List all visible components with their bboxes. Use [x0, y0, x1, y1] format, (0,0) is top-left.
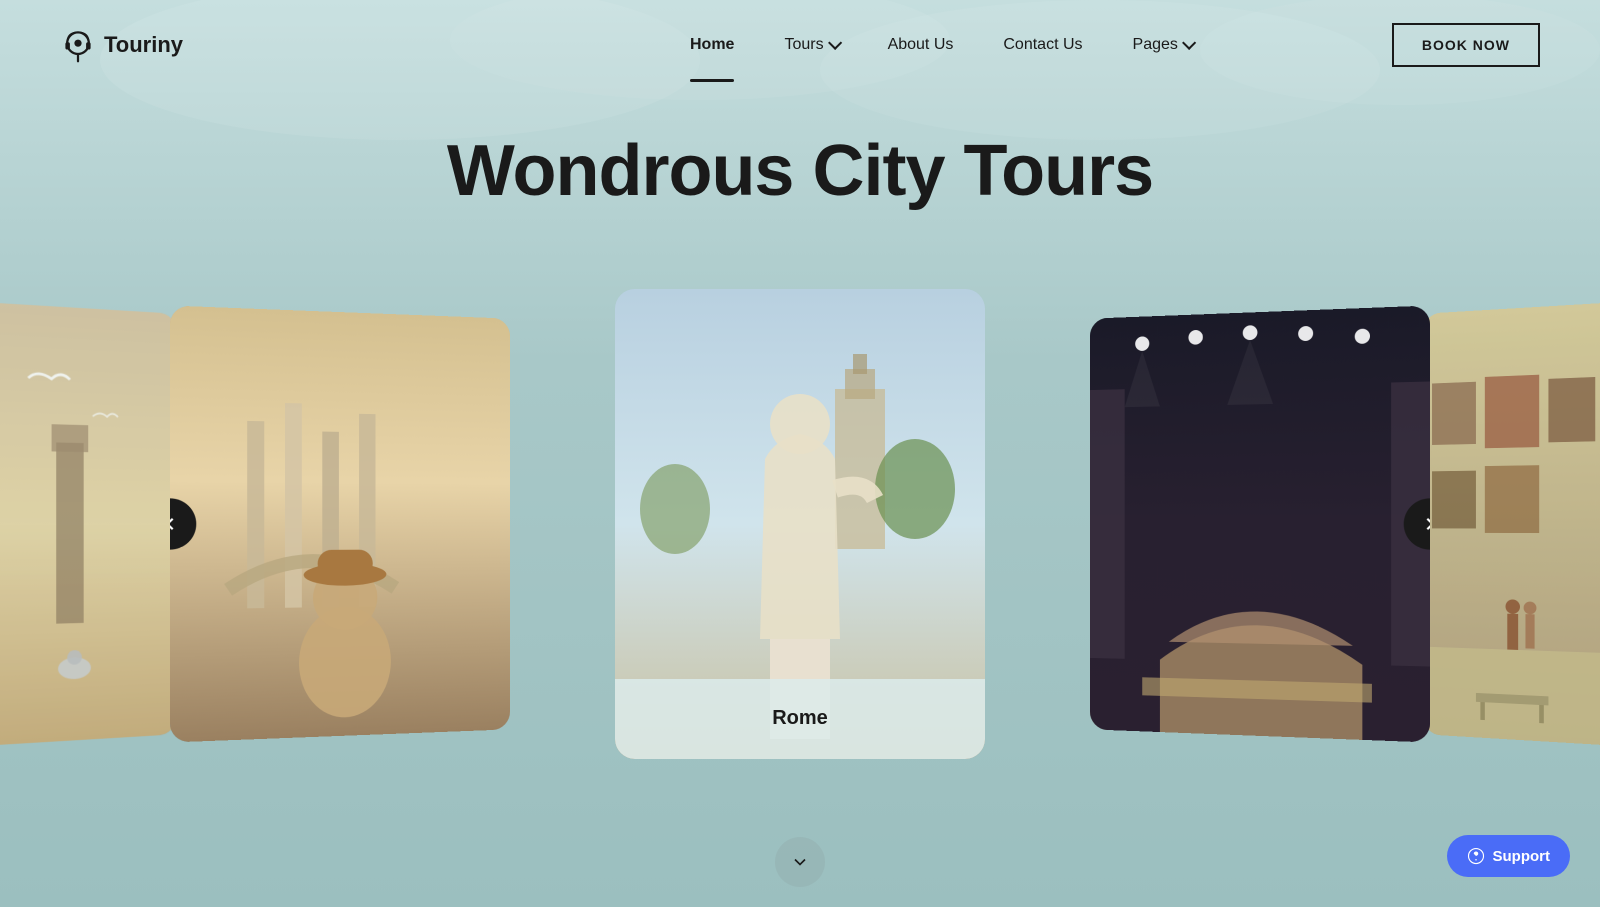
- logo-icon: [60, 27, 96, 63]
- gallery-scene: [1423, 303, 1600, 745]
- nav-item-about: About Us: [888, 36, 954, 54]
- card-far-right: [1423, 303, 1600, 745]
- nav-item-contact: Contact Us: [1003, 36, 1082, 54]
- nav-item-home: Home: [690, 36, 734, 54]
- nav-link-pages[interactable]: Pages: [1133, 36, 1192, 54]
- hero-title: Wondrous City Tours: [0, 130, 1600, 212]
- pages-chevron-icon: [1182, 36, 1196, 50]
- card-right[interactable]: [1090, 305, 1430, 742]
- support-label: Support: [1493, 848, 1551, 865]
- support-icon: [1467, 847, 1485, 865]
- card-center[interactable]: Rome: [615, 289, 985, 759]
- nav-link-about[interactable]: About Us: [888, 36, 954, 54]
- london-scene: [0, 303, 177, 745]
- book-now-button[interactable]: BOOK NOW: [1392, 23, 1540, 67]
- scroll-down-icon: [790, 852, 810, 872]
- nav-link-tours[interactable]: Tours: [784, 36, 837, 54]
- card-image-rome-ruins: [170, 305, 510, 742]
- navbar: Touriny Home Tours About Us Contact Us P…: [0, 0, 1600, 90]
- nav-link-home[interactable]: Home: [690, 36, 734, 54]
- rome-ruins-scene: [170, 305, 510, 742]
- nav-item-tours: Tours: [784, 36, 837, 54]
- nav-item-pages: Pages: [1133, 36, 1192, 54]
- nav-link-contact[interactable]: Contact Us: [1003, 36, 1082, 54]
- carousel-section: Rome: [0, 240, 1600, 807]
- arrow-right-icon: [1419, 513, 1430, 534]
- carousel-track: Rome: [0, 284, 1600, 764]
- underground-scene: [1090, 305, 1430, 742]
- arrow-left-icon: [170, 513, 181, 534]
- card-left[interactable]: [170, 305, 510, 742]
- tours-chevron-icon: [828, 36, 842, 50]
- card-image-gallery: [1423, 303, 1600, 745]
- logo-link[interactable]: Touriny: [60, 27, 183, 63]
- card-center-label-overlay: Rome: [615, 679, 985, 759]
- scroll-indicator[interactable]: [775, 837, 825, 887]
- brand-name: Touriny: [104, 32, 183, 58]
- card-center-label: Rome: [772, 707, 828, 730]
- nav-links: Home Tours About Us Contact Us Pages: [690, 36, 1192, 54]
- card-image-london: [0, 303, 177, 745]
- support-button[interactable]: Support: [1447, 835, 1571, 877]
- card-far-left: [0, 303, 177, 745]
- card-image-underground: [1090, 305, 1430, 742]
